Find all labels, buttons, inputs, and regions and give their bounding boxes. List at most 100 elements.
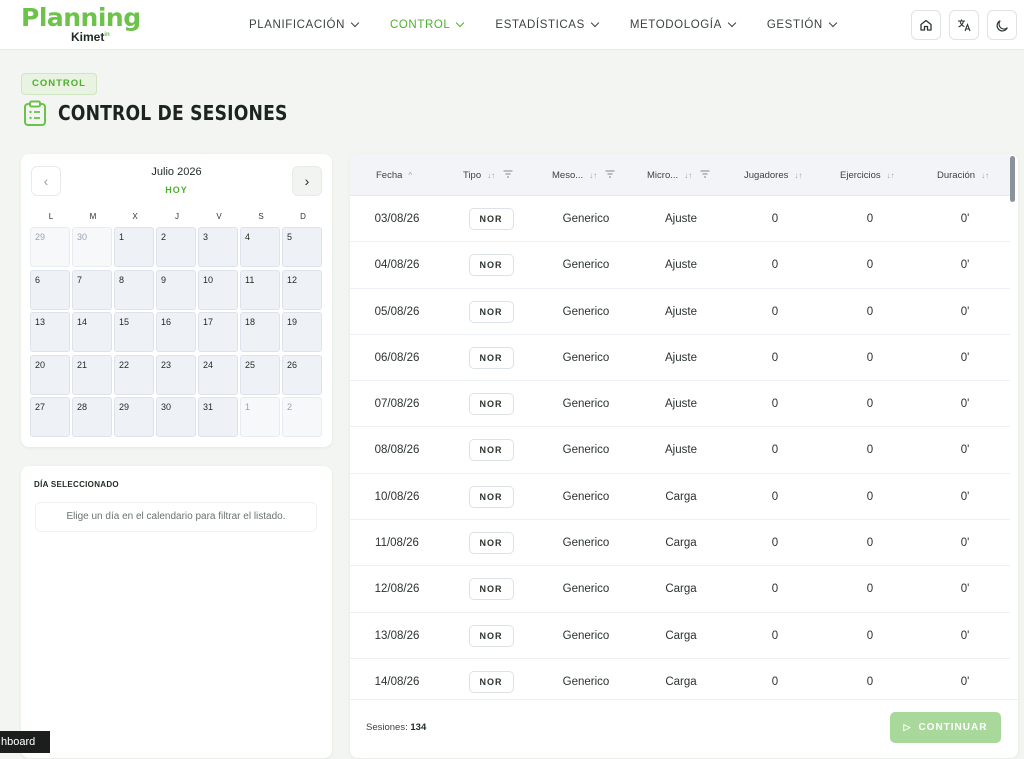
calendar-day[interactable]: 5 <box>282 227 322 267</box>
table-scrollbar[interactable] <box>1010 156 1015 202</box>
column-header[interactable]: Ejercicios ↓↑ <box>840 154 895 196</box>
filter-icon[interactable] <box>605 170 615 180</box>
table-cell: 0 <box>771 444 779 457</box>
table-cell: NOR <box>443 613 539 659</box>
table-row[interactable]: 08/08/26 NOR Generico Ajuste 0 0 0' <box>350 427 1010 474</box>
sort-icon[interactable]: ↓↑ <box>794 171 802 180</box>
calendar-day[interactable]: 28 <box>72 397 112 437</box>
tipo-badge: NOR <box>468 578 514 601</box>
calendar-day[interactable]: 19 <box>282 312 322 352</box>
nav-item-metodología[interactable]: METODOLOGÍA <box>629 18 737 31</box>
table-row[interactable]: 04/08/26 NOR Generico Ajuste 0 0 0' <box>350 242 1010 289</box>
calendar-day[interactable]: 9 <box>156 269 196 310</box>
table-row[interactable]: 11/08/26 NOR Generico Carga 0 0 0' <box>350 520 1010 567</box>
calendar-day[interactable]: 23 <box>156 354 196 395</box>
calendar-day[interactable]: 17 <box>198 312 238 352</box>
calendar-day[interactable]: 30 <box>72 227 112 267</box>
table-row[interactable]: 07/08/26 NOR Generico Ajuste 0 0 0' <box>350 381 1010 428</box>
nav-item-label: METODOLOGÍA <box>629 19 722 31</box>
table-row[interactable]: 10/08/26 NOR Generico Carga 0 0 0' <box>350 474 1010 521</box>
sort-icon[interactable]: ^ <box>408 171 412 180</box>
table-row[interactable]: 13/08/26 NOR Generico Carga 0 0 0' <box>350 613 1010 659</box>
sort-icon[interactable]: ↓↑ <box>684 171 692 180</box>
filter-icon[interactable] <box>700 170 710 180</box>
calendar-day[interactable]: 10 <box>198 269 238 310</box>
table-cell: 0' <box>960 583 970 596</box>
nav-item-estadísticas[interactable]: ESTADÍSTICAS <box>495 18 600 31</box>
table-cell: Generico <box>562 213 610 225</box>
column-header-label: Fecha <box>376 169 403 181</box>
calendar-day[interactable]: 4 <box>240 227 280 267</box>
calendar-day[interactable]: 8 <box>114 269 154 310</box>
table-row[interactable]: 03/08/26 NOR Generico Ajuste 0 0 0' <box>350 196 1010 243</box>
column-header[interactable]: Fecha ^ <box>376 154 412 196</box>
column-header[interactable]: Meso... ↓↑ <box>552 154 615 196</box>
page-header: CONTROL DE SESIONES <box>23 100 325 126</box>
calendar-today-button[interactable]: HOY <box>21 185 332 195</box>
calendar-day[interactable]: 26 <box>282 354 322 395</box>
table-cell: 0 <box>771 213 779 225</box>
theme-toggle-button[interactable] <box>987 10 1017 40</box>
sort-icon[interactable]: ↓↑ <box>887 171 895 180</box>
table-cell: Generico <box>562 537 610 550</box>
tipo-badge: NOR <box>468 254 514 277</box>
sort-icon[interactable]: ↓↑ <box>589 171 597 180</box>
column-header[interactable]: Tipo ↓↑ <box>463 154 513 196</box>
calendar-day[interactable]: 25 <box>240 354 280 395</box>
table-cell: NOR <box>443 520 539 566</box>
play-icon: ▷ <box>903 722 912 732</box>
continue-button[interactable]: ▷ CONTINUAR <box>890 712 1001 743</box>
calendar-day[interactable]: 31 <box>198 397 238 437</box>
calendar-day[interactable]: 20 <box>30 354 70 395</box>
calendar-day[interactable]: 13 <box>30 312 70 352</box>
calendar-day[interactable]: 1 <box>114 227 154 267</box>
calendar-day[interactable]: 3 <box>198 227 238 267</box>
calendar-day[interactable]: 18 <box>240 312 280 352</box>
selected-day-title: DÍA SELECCIONADO <box>34 480 119 489</box>
table-cell: Ajuste <box>665 351 697 364</box>
calendar-day[interactable]: 2 <box>156 227 196 267</box>
calendar-day[interactable]: 22 <box>114 354 154 395</box>
table-cell: Generico <box>562 259 610 272</box>
app-logo[interactable]: Planning Kimetin <box>21 4 141 45</box>
nav-item-planificación[interactable]: PLANIFICACIÓN <box>249 18 360 31</box>
calendar-next-button[interactable]: › <box>292 166 322 196</box>
home-button[interactable] <box>911 10 941 40</box>
calendar-day[interactable]: 29 <box>30 227 70 267</box>
table-row[interactable]: 12/08/26 NOR Generico Carga 0 0 0' <box>350 566 1010 613</box>
nav-item-gestión[interactable]: GESTIÓN <box>767 18 838 31</box>
calendar-day[interactable]: 1 <box>240 397 280 437</box>
filter-icon[interactable] <box>503 170 513 180</box>
table-cell: Ajuste <box>665 444 697 457</box>
calendar-day[interactable]: 7 <box>72 269 112 310</box>
table-cell: 0 <box>771 537 779 550</box>
table-row[interactable]: 05/08/26 NOR Generico Ajuste 0 0 0' <box>350 289 1010 335</box>
sessions-table-card: Fecha ^ Tipo ↓↑ Meso... ↓↑ Micro... ↓↑ Jugadores… <box>350 154 1018 758</box>
translate-button[interactable] <box>949 10 979 40</box>
sort-icon[interactable]: ↓↑ <box>981 171 989 180</box>
sort-icon[interactable]: ↓↑ <box>487 171 495 180</box>
tipo-badge: NOR <box>468 532 514 555</box>
calendar-day[interactable]: 11 <box>240 269 280 310</box>
table-cell: 06/08/26 <box>374 351 420 364</box>
session-count-label: Sesiones: <box>366 722 408 733</box>
table-cell: 0 <box>771 398 779 411</box>
selected-day-card: DÍA SELECCIONADO Elige un día en el cale… <box>21 466 332 758</box>
calendar-day[interactable]: 12 <box>282 269 322 310</box>
calendar-day[interactable]: 30 <box>156 397 196 437</box>
calendar-day[interactable]: 16 <box>156 312 196 352</box>
column-header[interactable]: Micro... ↓↑ <box>647 154 710 196</box>
calendar-day[interactable]: 24 <box>198 354 238 395</box>
calendar-day[interactable]: 2 <box>282 397 322 437</box>
table-row[interactable]: 06/08/26 NOR Generico Ajuste 0 0 0' <box>350 335 1010 382</box>
calendar-day[interactable]: 15 <box>114 312 154 352</box>
calendar-day[interactable]: 6 <box>30 269 70 310</box>
calendar-day[interactable]: 14 <box>72 312 112 352</box>
calendar-day[interactable]: 27 <box>30 397 70 437</box>
breadcrumb[interactable]: CONTROL <box>21 73 97 95</box>
column-header[interactable]: Duración ↓↑ <box>937 154 989 196</box>
calendar-day[interactable]: 29 <box>114 397 154 437</box>
nav-item-control[interactable]: CONTROL <box>390 18 465 31</box>
calendar-day[interactable]: 21 <box>72 354 112 395</box>
column-header[interactable]: Jugadores ↓↑ <box>744 154 802 196</box>
